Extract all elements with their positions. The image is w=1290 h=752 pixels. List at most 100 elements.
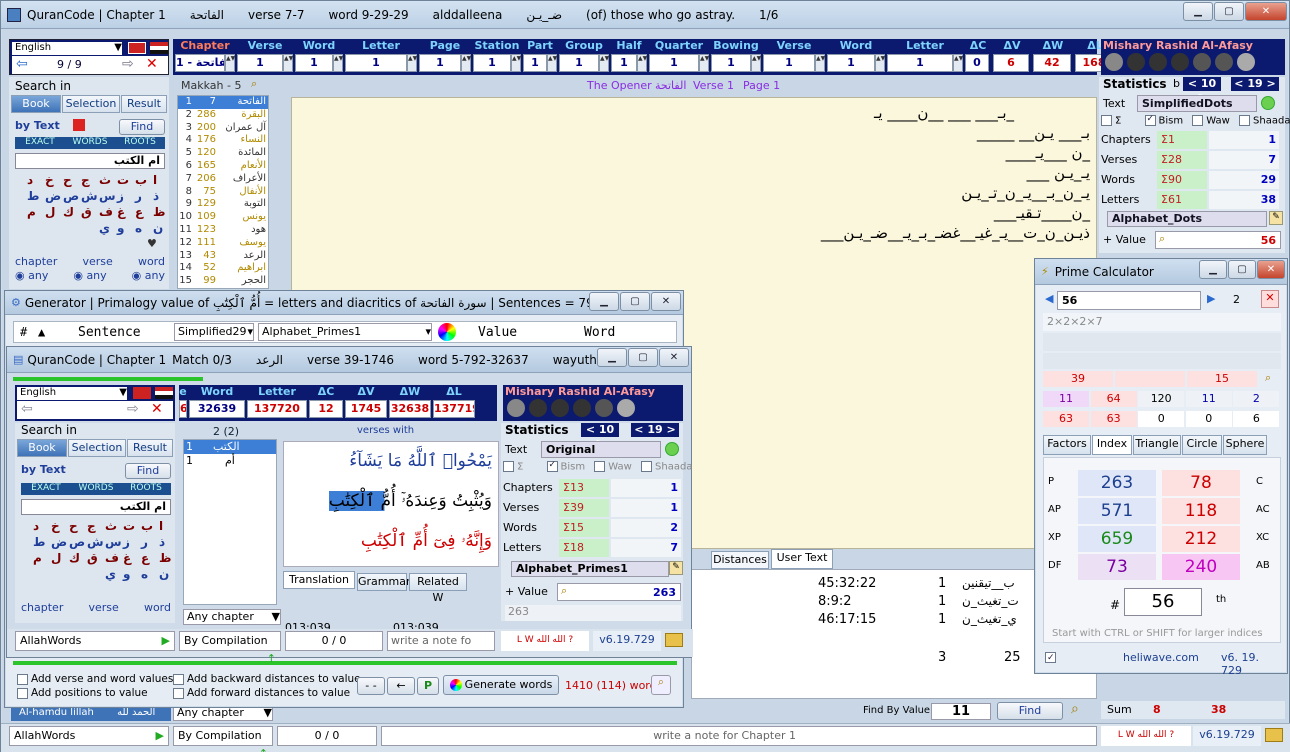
- letter-key[interactable]: و: [123, 567, 130, 581]
- child-header-val-5[interactable]: 32638: [389, 400, 431, 418]
- verse-line[interactable]: _____ __بـ___ يـن: [821, 124, 1090, 144]
- letter-key[interactable]: ق: [87, 551, 98, 565]
- value-field[interactable]: ⌕ 56: [1155, 231, 1281, 249]
- child-header-val-2[interactable]: 137720: [247, 400, 307, 418]
- by-compilation-box[interactable]: By Compilation ↑: [173, 726, 273, 752]
- child-any-chapter[interactable]: Any chapter ▼: [183, 609, 281, 625]
- letter-key[interactable]: غ: [117, 205, 125, 219]
- p-button[interactable]: P: [417, 677, 439, 695]
- header-val-6[interactable]: 1: [523, 54, 547, 72]
- letter-key[interactable]: ض: [51, 535, 67, 549]
- base-selector[interactable]: < 10 >: [1183, 77, 1221, 103]
- header-val-3[interactable]: 1: [345, 54, 407, 72]
- child-language-select[interactable]: English ▼: [17, 387, 127, 400]
- prime-input[interactable]: 56: [1057, 291, 1201, 310]
- search-magnifier-icon[interactable]: ⌕: [251, 77, 257, 91]
- child-tab-book[interactable]: Book: [17, 439, 67, 457]
- next-icon[interactable]: [1171, 53, 1189, 71]
- verse-line[interactable]: ___ن____تـقيـ_: [821, 204, 1090, 224]
- letter-key[interactable]: د: [27, 173, 33, 187]
- arabic-flag-icon[interactable]: [150, 42, 168, 54]
- chapter-row[interactable]: 2 286 البقرة: [178, 109, 268, 122]
- spinner-icon[interactable]: ▲▼: [333, 54, 343, 72]
- child-note-input[interactable]: write a note fo: [387, 631, 495, 651]
- tab-result[interactable]: Result: [121, 95, 167, 113]
- opt-positions[interactable]: Add positions to value: [17, 687, 148, 699]
- prime-site-link[interactable]: heliwave.com: [1123, 651, 1199, 664]
- prev-triangle-icon[interactable]: ◀: [1045, 292, 1053, 305]
- child-list-row-1[interactable]: 1 الكتب: [184, 440, 276, 454]
- header-val-11[interactable]: 1: [763, 54, 815, 72]
- grid-prime-value[interactable]: 73: [1078, 554, 1156, 580]
- header-val-12[interactable]: 1: [827, 54, 875, 72]
- match-exact[interactable]: EXACT: [15, 137, 65, 149]
- child-sum-checkbox[interactable]: [503, 461, 514, 472]
- chapter-row[interactable]: 7 206 الأعراف: [178, 173, 268, 186]
- tab-selection[interactable]: Selection: [62, 95, 120, 113]
- child-arabic-line[interactable]: وَيُثْبِتُ وَعِندَهُۥٓ أُمُّ ٱلْكِتَٰبِ: [328, 490, 492, 511]
- match-roots[interactable]: ROOTS: [115, 137, 165, 149]
- header-val-7[interactable]: 1: [559, 54, 599, 72]
- tab-related[interactable]: Related W: [409, 573, 467, 604]
- lw-box[interactable]: L W الله الله ?: [1101, 726, 1191, 746]
- edit-icon[interactable]: ✎: [1269, 211, 1283, 225]
- chapter-row[interactable]: 14 52 ابراهيم: [178, 262, 268, 275]
- child-verse-area[interactable]: يَمْحُوا۟ ٱللَّهُ مَا يَشَآءُ وَيُثْبِتُ …: [283, 441, 499, 567]
- child-text-mode[interactable]: Original: [541, 441, 661, 458]
- letter-key[interactable]: ذ: [153, 189, 159, 203]
- uk-flag-icon[interactable]: [133, 387, 151, 399]
- folder-icon[interactable]: [665, 633, 683, 647]
- header-val-8[interactable]: 1: [611, 54, 637, 72]
- child-match-words[interactable]: WORDS: [71, 483, 121, 495]
- repeat-icon[interactable]: [1193, 53, 1211, 71]
- child-tab-result[interactable]: Result: [127, 439, 173, 457]
- forward-arrow-icon[interactable]: ⇨: [127, 401, 139, 417]
- prime-clear-icon[interactable]: ✕: [1261, 290, 1279, 308]
- child-arabic-line[interactable]: يَمْحُوا۟ ٱللَّهُ مَا يَشَآءُ: [349, 450, 492, 471]
- letter-key[interactable]: ذ: [159, 535, 165, 549]
- chapter-row[interactable]: 5 120 المائدة: [178, 147, 268, 160]
- letter-key[interactable]: ع: [141, 551, 149, 565]
- chapter-row[interactable]: 12 111 يوسف: [178, 237, 268, 250]
- letter-key[interactable]: ه: [135, 221, 142, 235]
- previous-icon[interactable]: [1127, 53, 1145, 71]
- opt-forward[interactable]: Add forward distances to value: [173, 687, 350, 699]
- play-icon[interactable]: [551, 399, 569, 417]
- generator-text-mode[interactable]: Simplified29 ▾: [174, 323, 254, 341]
- dash-button[interactable]: - -: [357, 677, 385, 695]
- spinner-icon[interactable]: ▲▼: [225, 54, 235, 72]
- header-val-1[interactable]: 1: [237, 54, 283, 72]
- header-val-15[interactable]: 6: [993, 54, 1029, 72]
- letter-key[interactable]: س: [99, 189, 116, 203]
- arrow-button[interactable]: ←: [387, 677, 415, 695]
- letter-key[interactable]: ل: [51, 551, 61, 565]
- prime-tab-4[interactable]: Sphere: [1223, 435, 1267, 455]
- generate-words-button[interactable]: Generate words: [443, 675, 559, 695]
- back-arrow-icon[interactable]: ⇦: [21, 401, 33, 417]
- letter-key[interactable]: ب: [135, 173, 147, 187]
- chapter-row[interactable]: 9 129 التوبة: [178, 198, 268, 211]
- prime-tab-3[interactable]: Circle: [1182, 435, 1222, 455]
- letter-key[interactable]: ف: [105, 551, 119, 565]
- settings-gear-icon[interactable]: [617, 399, 635, 417]
- verse-line[interactable]: بـ___ ___ __ن____ يـ_: [821, 104, 1090, 124]
- letter-key[interactable]: ث: [105, 519, 117, 533]
- text-mode-select[interactable]: SimplifiedDots: [1137, 95, 1257, 112]
- letter-key[interactable]: ص: [69, 535, 85, 549]
- spinner-icon[interactable]: ▲▼: [815, 54, 825, 72]
- find-button[interactable]: Find: [119, 119, 165, 135]
- numbering-select[interactable]: Alphabet_Dots: [1107, 211, 1267, 227]
- letter-key[interactable]: ي: [105, 567, 116, 581]
- folder-icon[interactable]: [1265, 728, 1283, 742]
- minimize-button[interactable]: ▁: [589, 292, 619, 311]
- grid-composite-value[interactable]: 240: [1162, 554, 1240, 580]
- letter-key[interactable]: خ: [51, 519, 60, 533]
- prime-tab-0[interactable]: Factors: [1043, 435, 1091, 455]
- maximize-button[interactable]: ▢: [620, 292, 650, 311]
- col-sentence[interactable]: Sentence: [78, 325, 141, 340]
- header-val-2[interactable]: 1: [295, 54, 333, 72]
- letter-key[interactable]: ظ: [153, 205, 165, 219]
- letter-key[interactable]: ج: [87, 519, 96, 533]
- shuffle-icon[interactable]: [1215, 53, 1233, 71]
- bism-checkbox[interactable]: [1144, 115, 1156, 126]
